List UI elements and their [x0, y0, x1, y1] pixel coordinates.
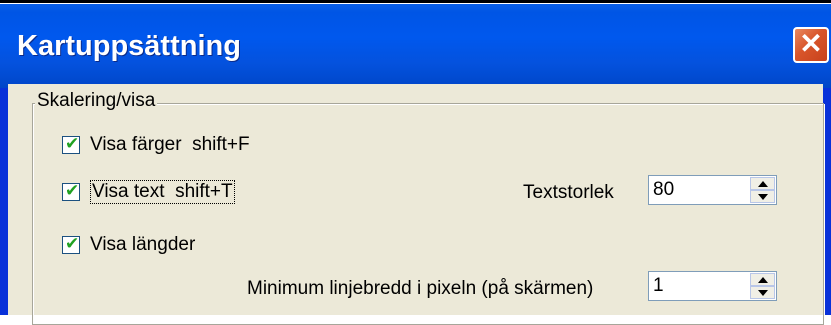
show-colors-label: Visa färger shift+F [90, 134, 250, 155]
min-line-width-spin-buttons [750, 273, 775, 299]
show-colors-row[interactable]: ✔ Visa färger shift+F [62, 134, 250, 156]
show-lengths-row[interactable]: ✔ Visa längder [62, 234, 195, 256]
check-icon: ✔ [65, 234, 80, 254]
arrow-down-icon [758, 194, 768, 200]
dialog-client-area: Skalering/visa ✔ Visa färger shift+F ✔ V… [8, 84, 824, 325]
min-line-width-label: Minimum linjebredd i pixeln (på skärmen) [247, 278, 594, 299]
min-line-width-decrement-button[interactable] [750, 286, 775, 299]
show-colors-checkbox[interactable]: ✔ [62, 134, 80, 154]
show-text-checkbox[interactable]: ✔ [62, 181, 80, 201]
check-icon: ✔ [65, 181, 80, 201]
text-size-increment-button[interactable] [750, 177, 775, 190]
top-divider [0, 0, 831, 3]
text-size-decrement-button[interactable] [750, 190, 775, 203]
show-text-label: Visa text shift+T [90, 180, 235, 204]
text-size-label: Textstorlek [523, 182, 614, 203]
dialog-window: Kartuppsättning ✕ Skalering/visa ✔ Visa … [0, 4, 831, 325]
min-line-width-spinner[interactable]: 1 [648, 271, 777, 301]
min-line-width-increment-button[interactable] [750, 273, 775, 286]
min-line-width-input[interactable]: 1 [653, 275, 664, 297]
window-title: Kartuppsättning [17, 30, 241, 62]
arrow-up-icon [758, 181, 768, 187]
text-size-spinner[interactable]: 80 [648, 175, 777, 205]
arrow-down-icon [758, 290, 768, 296]
check-icon: ✔ [65, 134, 80, 154]
groupbox-legend: Skalering/visa [35, 90, 158, 112]
text-size-spin-buttons [750, 177, 775, 203]
title-bar[interactable]: Kartuppsättning ✕ [0, 4, 831, 88]
show-text-row[interactable]: ✔ Visa text shift+T [62, 180, 235, 204]
close-icon: ✕ [799, 28, 823, 59]
show-lengths-label: Visa längder [90, 234, 196, 255]
text-size-input[interactable]: 80 [653, 179, 674, 201]
arrow-up-icon [758, 277, 768, 283]
show-lengths-checkbox[interactable]: ✔ [62, 234, 80, 254]
close-button[interactable]: ✕ [793, 27, 829, 63]
